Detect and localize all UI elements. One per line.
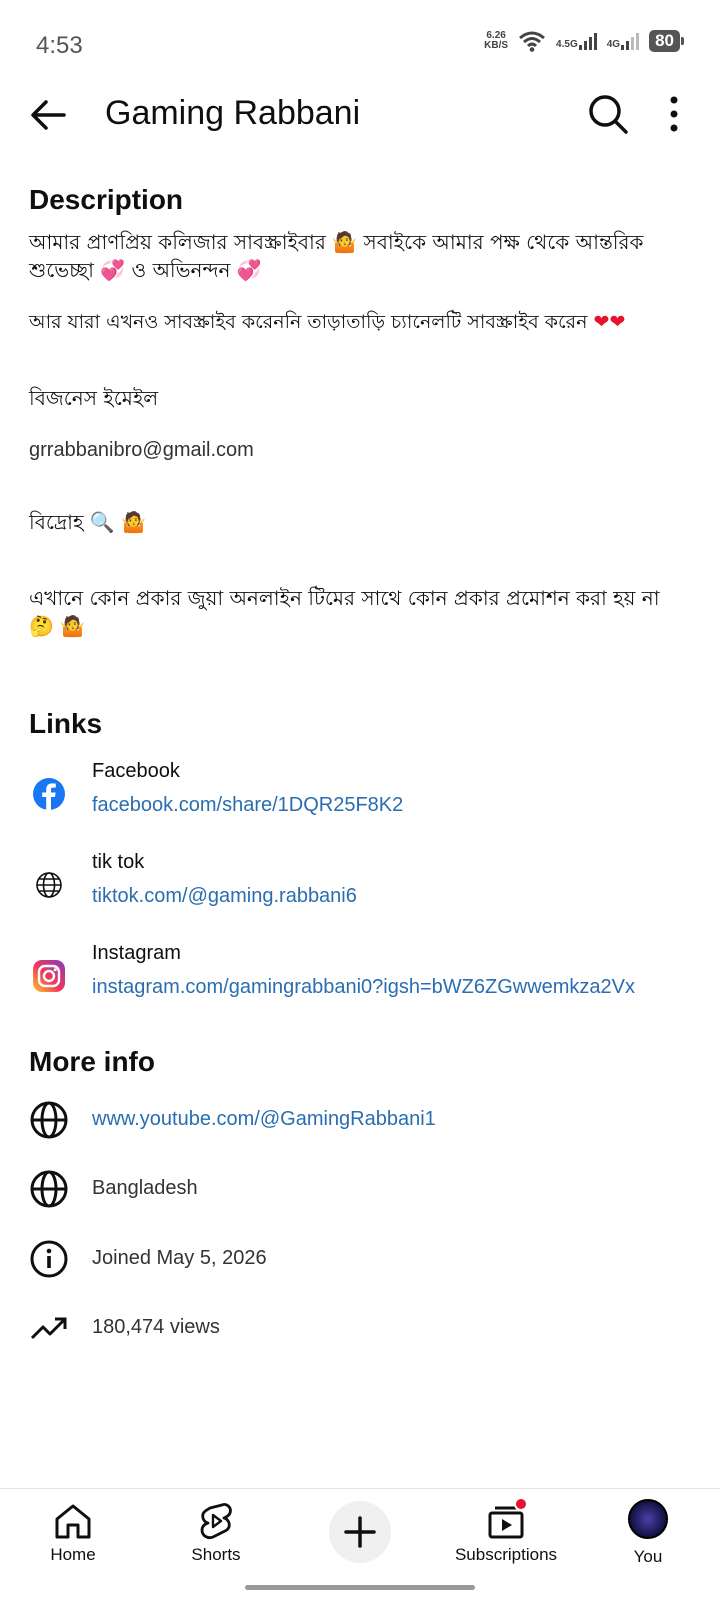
nav-you-label: You	[633, 1547, 663, 1566]
description-paragraph-3: বিদ্রোহ 🔍 🤷	[29, 508, 146, 536]
info-joined: Joined May 5, 2026	[29, 1237, 719, 1281]
sim1-network-type: 4.5G	[556, 39, 578, 50]
shrug-emoji-icon: 🤷	[121, 510, 147, 534]
more-info-heading: More info	[29, 1046, 155, 1077]
description-heading: Description	[29, 184, 184, 215]
country: Bangladesh	[92, 1177, 198, 1199]
red-heart-emoji-icon: ❤❤	[593, 311, 626, 333]
description-text: আমার প্রাণপ্রিয় কলিজার সাবস্ক্রাইবার	[29, 230, 326, 254]
signal-sim1-icon: 4.5G	[556, 32, 597, 50]
description-text: আর যারা এখনও সাবস্ক্রাইব করেননি তাড়াতাড…	[29, 311, 588, 333]
status-icons: 6.26 KB/S 4.5G 4G 80	[484, 30, 684, 52]
battery-icon: 80	[649, 30, 684, 52]
home-indicator[interactable]	[245, 1585, 475, 1590]
link-instagram[interactable]: Instagram instagram.com/gamingrabbani0?i…	[29, 942, 719, 1012]
instagram-icon	[33, 960, 65, 992]
shrug-emoji-icon: 🤷	[60, 614, 86, 638]
link-title: Instagram	[92, 942, 181, 964]
description-paragraph-1: আমার প্রাণপ্রিয় কলিজার সাবস্ক্রাইবার 🤷 …	[29, 228, 699, 284]
shrug-emoji-icon: 🤷	[332, 230, 358, 254]
app-bar: Gaming Rabbani	[0, 80, 720, 150]
globe-icon	[30, 1170, 68, 1208]
channel-url[interactable]: www.youtube.com/@GamingRabbani1	[92, 1108, 436, 1131]
plus-icon	[344, 1516, 376, 1548]
hearts-emoji-icon: 💞	[100, 258, 126, 282]
avatar	[628, 1499, 668, 1539]
joined-date: Joined May 5, 2026	[92, 1247, 267, 1269]
link-url[interactable]: tiktok.com/@gaming.rabbani6	[92, 885, 357, 908]
status-bar: 4:53 6.26 KB/S 4.5G 4G 80	[0, 0, 720, 90]
description-text: ও অভিনন্দন	[131, 258, 231, 282]
globe-icon	[36, 872, 62, 898]
globe-icon	[30, 1101, 68, 1139]
link-facebook[interactable]: Facebook facebook.com/share/1DQR25F8K2	[29, 760, 719, 830]
wifi-icon	[519, 31, 546, 52]
search-icon[interactable]	[584, 90, 632, 138]
magnifier-emoji-icon: 🔍	[89, 510, 115, 534]
nav-subscriptions-label: Subscriptions	[454, 1545, 558, 1564]
nav-home-label: Home	[50, 1545, 96, 1564]
description-text: বিদ্রোহ	[29, 510, 84, 534]
nav-you[interactable]: You	[610, 1489, 686, 1579]
link-title: Facebook	[92, 760, 180, 782]
status-time: 4:53	[36, 32, 83, 59]
facebook-icon	[33, 778, 65, 810]
links-heading: Links	[29, 708, 103, 739]
info-icon	[30, 1240, 68, 1278]
notification-dot	[514, 1497, 528, 1511]
link-title: tik tok	[92, 851, 145, 873]
link-tiktok[interactable]: tik tok tiktok.com/@gaming.rabbani6	[29, 851, 719, 921]
link-url[interactable]: instagram.com/gamingrabbani0?igsh=bWZ6ZG…	[92, 976, 635, 999]
view-count: 180,474 views	[92, 1316, 220, 1338]
network-speed-unit: KB/S	[484, 40, 509, 51]
description-paragraph-2: আর যারা এখনও সাবস্ক্রাইব করেননি তাড়াতাড…	[29, 308, 699, 336]
nav-shorts-label: Shorts	[191, 1545, 241, 1564]
nav-subscriptions[interactable]: Subscriptions	[442, 1489, 570, 1579]
back-arrow-icon[interactable]	[26, 92, 72, 138]
info-channel-url[interactable]: www.youtube.com/@GamingRabbani1	[29, 1098, 719, 1142]
battery-level: 80	[655, 31, 674, 50]
info-views: 180,474 views	[29, 1306, 719, 1350]
description-paragraph-4: এখানে কোন প্রকার জুয়া অনলাইন টিমের সাথে…	[29, 584, 699, 640]
link-url[interactable]: facebook.com/share/1DQR25F8K2	[92, 794, 403, 817]
description-text: এখানে কোন প্রকার জুয়া অনলাইন টিমের সাথে…	[29, 586, 660, 610]
signal-sim2-icon: 4G	[606, 32, 640, 50]
hearts-emoji-icon: 💞	[236, 258, 262, 282]
nav-shorts[interactable]: Shorts	[172, 1489, 260, 1579]
nav-home[interactable]: Home	[30, 1489, 116, 1579]
business-email[interactable]: grrabbanibro@gmail.com	[29, 436, 254, 464]
business-email-label: বিজনেস ইমেইল	[29, 386, 159, 410]
network-speed: 6.26 KB/S	[484, 31, 508, 51]
sim2-network-type: 4G	[606, 39, 621, 50]
bottom-navigation: Home Shorts Subscriptions You	[0, 1488, 720, 1600]
info-country: Bangladesh	[29, 1167, 719, 1211]
thinking-emoji-icon: 🤔	[29, 614, 54, 638]
description-text: শুভেচ্ছা	[29, 258, 94, 282]
channel-title: Gaming Rabbani	[105, 94, 361, 132]
create-button[interactable]	[329, 1501, 391, 1563]
description-text: সবাইকে আমার পক্ষ থেকে আন্তরিক	[363, 230, 644, 254]
trending-up-icon	[30, 1317, 67, 1340]
more-options-icon[interactable]	[662, 90, 686, 138]
shorts-icon	[200, 1503, 232, 1539]
home-icon	[55, 1504, 91, 1539]
